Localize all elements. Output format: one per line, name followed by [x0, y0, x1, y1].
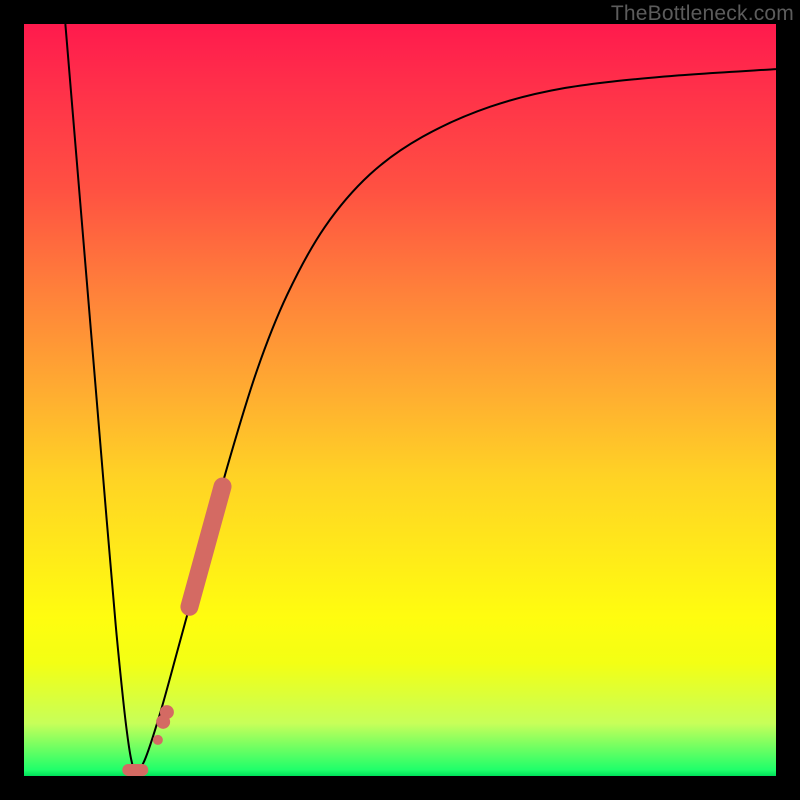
chart-svg [24, 24, 776, 776]
overlay-segment [189, 486, 222, 606]
plot-area [24, 24, 776, 776]
overlay-dot [160, 705, 174, 719]
overlay-dot [153, 735, 163, 745]
chart-frame: TheBottleneck.com [0, 0, 800, 800]
watermark-label: TheBottleneck.com [611, 2, 794, 26]
curve-main [65, 24, 776, 770]
overlay-min-marker [122, 764, 148, 776]
